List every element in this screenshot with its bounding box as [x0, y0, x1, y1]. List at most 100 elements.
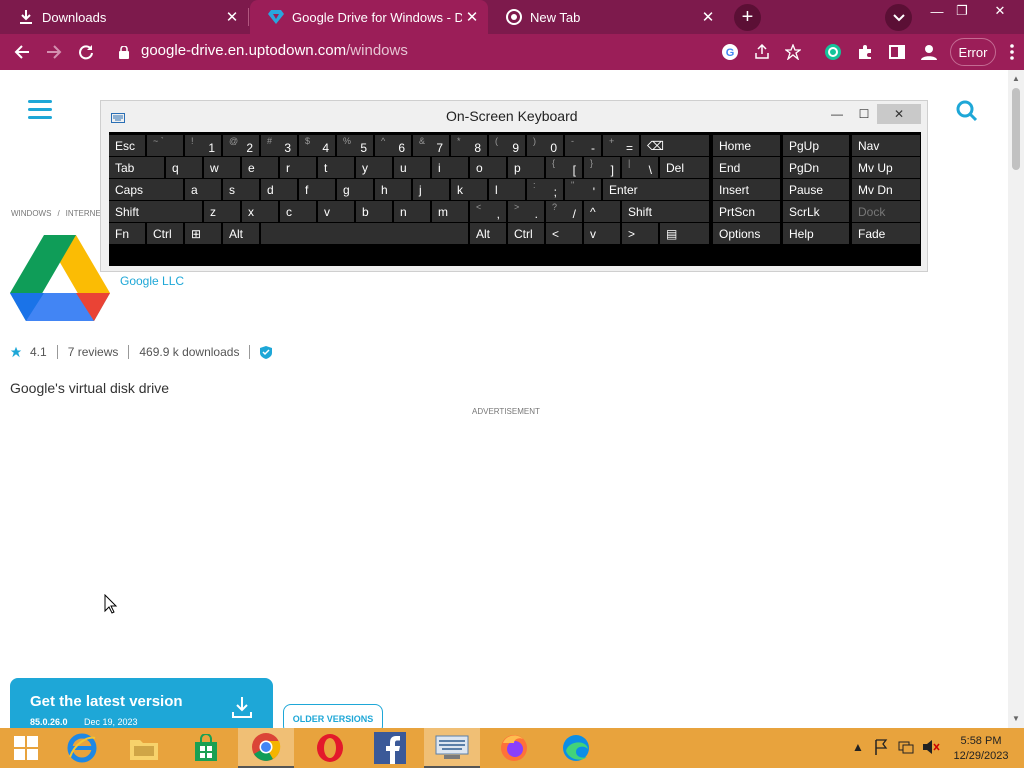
reviews-count[interactable]: 7 reviews [68, 345, 119, 359]
chrome-icon[interactable] [238, 728, 294, 768]
network-icon[interactable] [898, 739, 914, 758]
edge-icon[interactable] [548, 728, 604, 768]
osk-key-options[interactable]: Options [713, 223, 780, 244]
osk-key-pgup[interactable]: PgUp [783, 135, 849, 156]
osk-key-6[interactable]: ^ 6 [375, 135, 411, 156]
osk-key-symbol[interactable]: ⌫ [641, 135, 709, 156]
tab-google-drive[interactable]: Google Drive for Windows - Dow ✕ [250, 0, 488, 34]
start-button[interactable] [0, 728, 52, 768]
osk-key-i[interactable]: i [432, 157, 468, 178]
search-icon[interactable] [956, 100, 978, 127]
restore-button[interactable]: ❐ [947, 0, 977, 22]
osk-key-alt[interactable]: Alt [470, 223, 506, 244]
osk-key-symbol[interactable]: ~ ` [147, 135, 183, 156]
osk-key-7[interactable]: & 7 [413, 135, 449, 156]
tab-new-tab[interactable]: New Tab ✕ [488, 0, 724, 34]
more-menu-icon[interactable] [1000, 40, 1024, 64]
scrollbar-thumb[interactable] [1012, 88, 1020, 170]
osk-key-symbol[interactable]: >. [508, 201, 544, 222]
osk-key-enter[interactable]: Enter [603, 179, 709, 200]
osk-key-l[interactable]: l [489, 179, 525, 200]
osk-key-mv-up[interactable]: Mv Up [852, 157, 920, 178]
forward-button[interactable] [42, 40, 66, 64]
get-latest-version-button[interactable]: Get the latest version 85.0.26.0 Dec 19,… [10, 678, 273, 733]
firefox-icon[interactable] [486, 728, 542, 768]
osk-key-space[interactable] [261, 223, 468, 244]
osk-key-u[interactable]: u [394, 157, 430, 178]
side-panel-icon[interactable] [885, 40, 909, 64]
osk-key-s[interactable]: s [223, 179, 259, 200]
window-close-button[interactable]: ✕ [985, 0, 1015, 22]
osk-key-symbol[interactable]: + = [603, 135, 639, 156]
close-icon[interactable]: ✕ [462, 7, 482, 27]
osk-key-insert[interactable]: Insert [713, 179, 780, 200]
osk-key-g[interactable]: g [337, 179, 373, 200]
tab-downloads[interactable]: Downloads ✕ [0, 0, 248, 34]
osk-key-m[interactable]: m [432, 201, 468, 222]
back-button[interactable] [10, 40, 34, 64]
osk-key-shift[interactable]: Shift [622, 201, 709, 222]
osk-key-1[interactable]: ! 1 [185, 135, 221, 156]
osk-key-o[interactable]: o [470, 157, 506, 178]
osk-key-y[interactable]: y [356, 157, 392, 178]
osk-key-v[interactable]: v [318, 201, 354, 222]
osk-key-9[interactable]: (9 [489, 135, 525, 156]
error-button[interactable]: Error [950, 38, 996, 66]
osk-key-symbol[interactable]: | \ [622, 157, 658, 178]
osk-key-pause[interactable]: Pause [783, 179, 849, 200]
volume-muted-icon[interactable] [922, 739, 940, 758]
osk-key-pgdn[interactable]: PgDn [783, 157, 849, 178]
osk-key-symbol[interactable]: ? / [546, 201, 582, 222]
internet-explorer-icon[interactable] [54, 728, 110, 768]
osk-key-c[interactable]: c [280, 201, 316, 222]
osk-key-n[interactable]: n [394, 201, 430, 222]
osk-key-symbol[interactable]: :; [527, 179, 563, 200]
profile-icon[interactable] [917, 40, 941, 64]
osk-key-fade[interactable]: Fade [852, 223, 920, 244]
breadcrumb-item[interactable]: WINDOWS [11, 209, 51, 218]
extension-grammar-icon[interactable] [821, 40, 845, 64]
osk-key-symbol[interactable]: {[ [546, 157, 582, 178]
osk-key-dock[interactable]: Dock [852, 201, 920, 222]
osk-key-ctrl[interactable]: Ctrl [508, 223, 544, 244]
osk-key-help[interactable]: Help [783, 223, 849, 244]
osk-key-w[interactable]: w [204, 157, 240, 178]
file-explorer-icon[interactable] [116, 728, 172, 768]
osk-key-h[interactable]: h [375, 179, 411, 200]
osk-key-caps[interactable]: Caps [109, 179, 183, 200]
bookmark-star-icon[interactable] [781, 40, 805, 64]
osk-key-x[interactable]: x [242, 201, 278, 222]
reload-button[interactable] [74, 40, 98, 64]
osk-key-p[interactable]: p [508, 157, 544, 178]
osk-key-esc[interactable]: Esc [109, 135, 145, 156]
close-icon[interactable]: ✕ [222, 7, 242, 27]
osk-key-e[interactable]: e [242, 157, 278, 178]
osk-key-symbol[interactable]: <, [470, 201, 506, 222]
osk-key-home[interactable]: Home [713, 135, 780, 156]
developer-link[interactable]: Google LLC [120, 274, 184, 288]
osk-key-symbol[interactable]: ^ [584, 201, 620, 222]
osk-key-ctrl[interactable]: Ctrl [147, 223, 183, 244]
osk-key-prtscn[interactable]: PrtScn [713, 201, 780, 222]
hamburger-menu-icon[interactable] [28, 100, 52, 120]
page-scrollbar[interactable]: ▲ ▼ [1008, 70, 1024, 728]
google-lens-icon[interactable]: G [718, 40, 742, 64]
osk-key-symbol[interactable]: ⊞ [185, 223, 221, 244]
osk-key-t[interactable]: t [318, 157, 354, 178]
osk-key-2[interactable]: @2 [223, 135, 259, 156]
osk-key-3[interactable]: #3 [261, 135, 297, 156]
osk-key-r[interactable]: r [280, 157, 316, 178]
lock-icon[interactable] [112, 40, 136, 64]
share-icon[interactable] [750, 40, 774, 64]
osk-key-del[interactable]: Del [660, 157, 709, 178]
osk-key-symbol[interactable]: }] [584, 157, 620, 178]
osk-key-v[interactable]: v [584, 223, 620, 244]
facebook-icon[interactable] [362, 728, 418, 768]
breadcrumb-item[interactable]: INTERNE [66, 209, 101, 218]
osk-key-mv-dn[interactable]: Mv Dn [852, 179, 920, 200]
store-icon[interactable] [178, 728, 234, 768]
osk-minimize-button[interactable]: — [823, 104, 851, 124]
osk-key-symbol[interactable]: ▤ [660, 223, 709, 244]
new-tab-button[interactable]: + [734, 4, 761, 31]
osk-key-8[interactable]: * 8 [451, 135, 487, 156]
